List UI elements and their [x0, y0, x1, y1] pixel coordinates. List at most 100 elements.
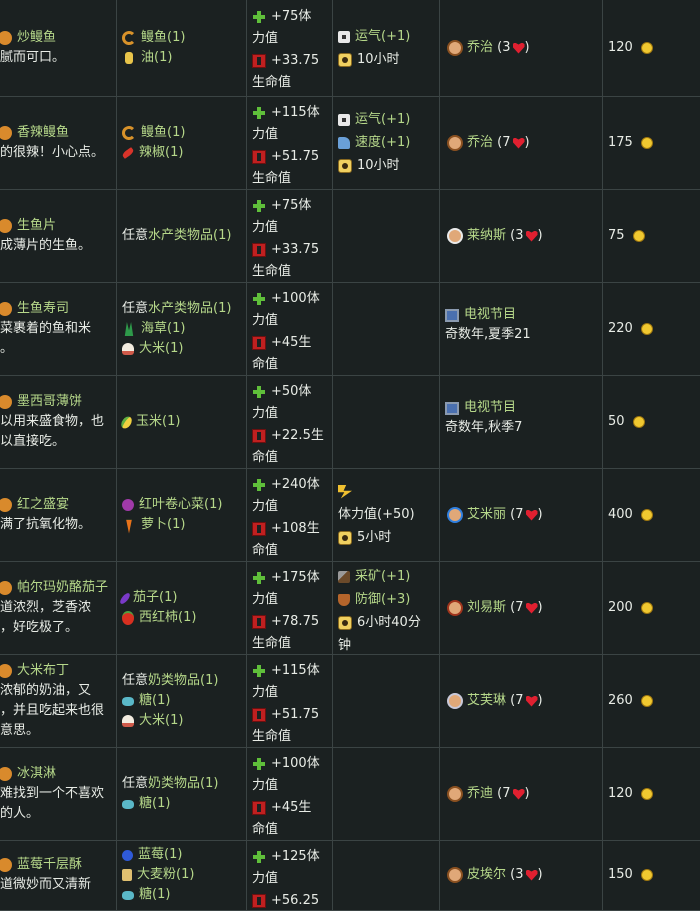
rice-pudding-icon	[0, 664, 12, 678]
dish-name[interactable]: 墨西哥薄饼	[0, 392, 82, 412]
ingredients-cell: 茄子(1) 西红柿(1)	[116, 561, 246, 654]
text-line: 生命值	[252, 261, 319, 282]
dish-name[interactable]: 帕尔玛奶酪茄子	[0, 578, 108, 598]
npc-name[interactable]: 刘易斯	[467, 598, 506, 618]
ingredient-item: 大米(1)	[122, 711, 218, 731]
line-text: 茄子(1)	[133, 590, 178, 605]
gift-source[interactable]: 乔治 (3)	[447, 38, 530, 58]
line-text: 力值	[252, 778, 279, 793]
line-text: +100体	[271, 291, 320, 306]
source-cell: 刘易斯 (7)	[439, 561, 602, 654]
clock-icon	[338, 615, 352, 630]
gift-source[interactable]: 刘易斯 (7)	[447, 598, 543, 618]
ingredients-list: 玉米(1)	[119, 412, 180, 432]
gift-source[interactable]: 艾芙琳 (7)	[447, 691, 543, 711]
tv-icon	[445, 308, 459, 322]
text-line: 力值	[252, 775, 320, 797]
gift-source[interactable]: 乔治 (7)	[447, 133, 530, 153]
dish-name[interactable]: 炒鳗鱼	[0, 28, 56, 48]
ingredient-any: 任意 水产类物品(1)	[122, 299, 231, 319]
dish-cell: 红之盛宴 满了抗氧化物。	[0, 468, 116, 561]
line-text: +45生	[271, 800, 312, 815]
text-line: 力值	[252, 28, 319, 50]
ingredient-any-label: 任意	[122, 673, 149, 688]
buffs-cell	[332, 189, 439, 282]
energy-plus-icon	[252, 478, 266, 492]
source-cell: 乔迪 (7)	[439, 747, 602, 840]
table-row: 生鱼寿司 菜裹着的鱼和米。任意 水产类物品(1) 海草(1) 大米(1) +100体 力值 +…	[0, 282, 700, 376]
ingredients-list: 鳗鱼(1) 油(1)	[122, 28, 185, 68]
line-text: 力值	[252, 31, 279, 46]
friendship-level: (7	[506, 693, 524, 708]
npc-name[interactable]: 乔治	[467, 38, 493, 58]
oil-icon	[125, 52, 133, 64]
buffs-cell	[332, 375, 439, 468]
gold-coin-icon	[640, 788, 653, 800]
dish-name-text: 帕尔玛奶酪茄子	[17, 580, 109, 595]
price-value: 220	[608, 321, 633, 336]
dish-cell: 生鱼片成薄片的生鱼。	[0, 189, 116, 282]
text-line: 力值	[252, 124, 320, 146]
npc-name[interactable]: 艾芙琳	[467, 691, 506, 711]
line-text: +240体	[271, 477, 320, 492]
table-row: 生鱼片 成薄片的生鱼。 任意 水产类物品(1) +75体 力值 +33.75 生命值 莱纳斯 (…	[0, 189, 700, 283]
price-value: 175	[608, 135, 633, 150]
effects-list: +175体 力值 +78.75 生命值	[252, 567, 320, 654]
gift-source[interactable]: 乔迪 (7)	[447, 784, 530, 804]
table-row: 墨西哥薄饼 以用来盛食物，也 以直接吃。 玉米(1) +50体 力值 +22.5生 命值 电视节…	[0, 375, 700, 469]
ingredient-any: 任意 奶类物品(1)	[122, 774, 218, 794]
george-portrait-icon	[447, 135, 463, 151]
dish-name[interactable]: 大米布丁	[0, 661, 69, 681]
gift-source[interactable]: 莱纳斯 (3)	[447, 226, 543, 246]
tv-source[interactable]: 电视节目 奇数年,夏季21	[445, 305, 531, 345]
dish-name[interactable]: 红之盛宴	[0, 495, 69, 515]
line-text: 力值	[252, 685, 279, 700]
line-text: +33.75	[271, 242, 320, 257]
defense-icon	[338, 593, 350, 606]
gift-source[interactable]: 皮埃尔 (3)	[447, 865, 543, 885]
clock-icon	[338, 158, 352, 173]
ingredient-item: 鳗鱼(1)	[122, 28, 185, 48]
dish-name[interactable]: 香辣鳗鱼	[0, 123, 69, 143]
dish-name[interactable]: 生鱼片	[0, 216, 56, 236]
text-line: 5小时	[338, 526, 415, 549]
npc-name[interactable]: 乔治	[467, 133, 493, 153]
dish-name[interactable]: 蓝莓千层酥	[0, 855, 82, 875]
heart-icon	[525, 869, 538, 881]
gold-coin-icon	[632, 416, 645, 428]
npc-name[interactable]: 艾米丽	[467, 505, 506, 525]
heart-icon	[525, 695, 538, 707]
friendship-close: )	[524, 135, 530, 150]
table-row: 大米布丁 浓郁的奶油，又 ，并且吃起来也很 意思。 任意 奶类物品(1) 糖(1) 大米(1)…	[0, 654, 700, 748]
text-line: 力值	[252, 589, 320, 611]
text-line: +50体	[252, 381, 324, 403]
description-line: 成薄片的生鱼。	[0, 238, 92, 253]
dish-name[interactable]: 冰淇淋	[0, 764, 56, 784]
dish-description: 的很辣！小心点。	[0, 143, 104, 163]
tv-source[interactable]: 电视节目 奇数年,秋季7	[445, 398, 522, 438]
friendship-close: )	[524, 786, 530, 801]
rice-icon	[122, 715, 134, 727]
npc-name[interactable]: 皮埃尔	[467, 865, 506, 885]
sugar-icon	[122, 696, 134, 706]
friendship-level: (3	[506, 228, 524, 243]
line-text: +75体	[271, 198, 312, 213]
ingredients-list: 茄子(1) 西红柿(1)	[118, 588, 196, 628]
health-icon	[252, 894, 266, 908]
npc-name[interactable]: 乔迪	[467, 784, 493, 804]
text-line: 6小时40分	[338, 611, 421, 634]
dish-name-text: 生鱼寿司	[17, 301, 70, 316]
health-icon	[252, 615, 266, 629]
dish-name-text: 冰淇淋	[17, 766, 57, 781]
npc-name[interactable]: 莱纳斯	[467, 226, 506, 246]
gold-coin-icon	[632, 230, 645, 242]
gift-source[interactable]: 艾米丽 (7)	[447, 505, 543, 525]
text-line: 生命值	[252, 72, 319, 94]
line-text: +115体	[271, 105, 320, 120]
dish-description: 腻而可口。	[0, 48, 65, 68]
dish-name[interactable]: 生鱼寿司	[0, 299, 69, 319]
friendship-close: )	[537, 867, 543, 882]
dish-name-text: 墨西哥薄饼	[17, 394, 83, 409]
sugar-icon	[122, 890, 134, 900]
line-text: +108生	[271, 521, 320, 536]
